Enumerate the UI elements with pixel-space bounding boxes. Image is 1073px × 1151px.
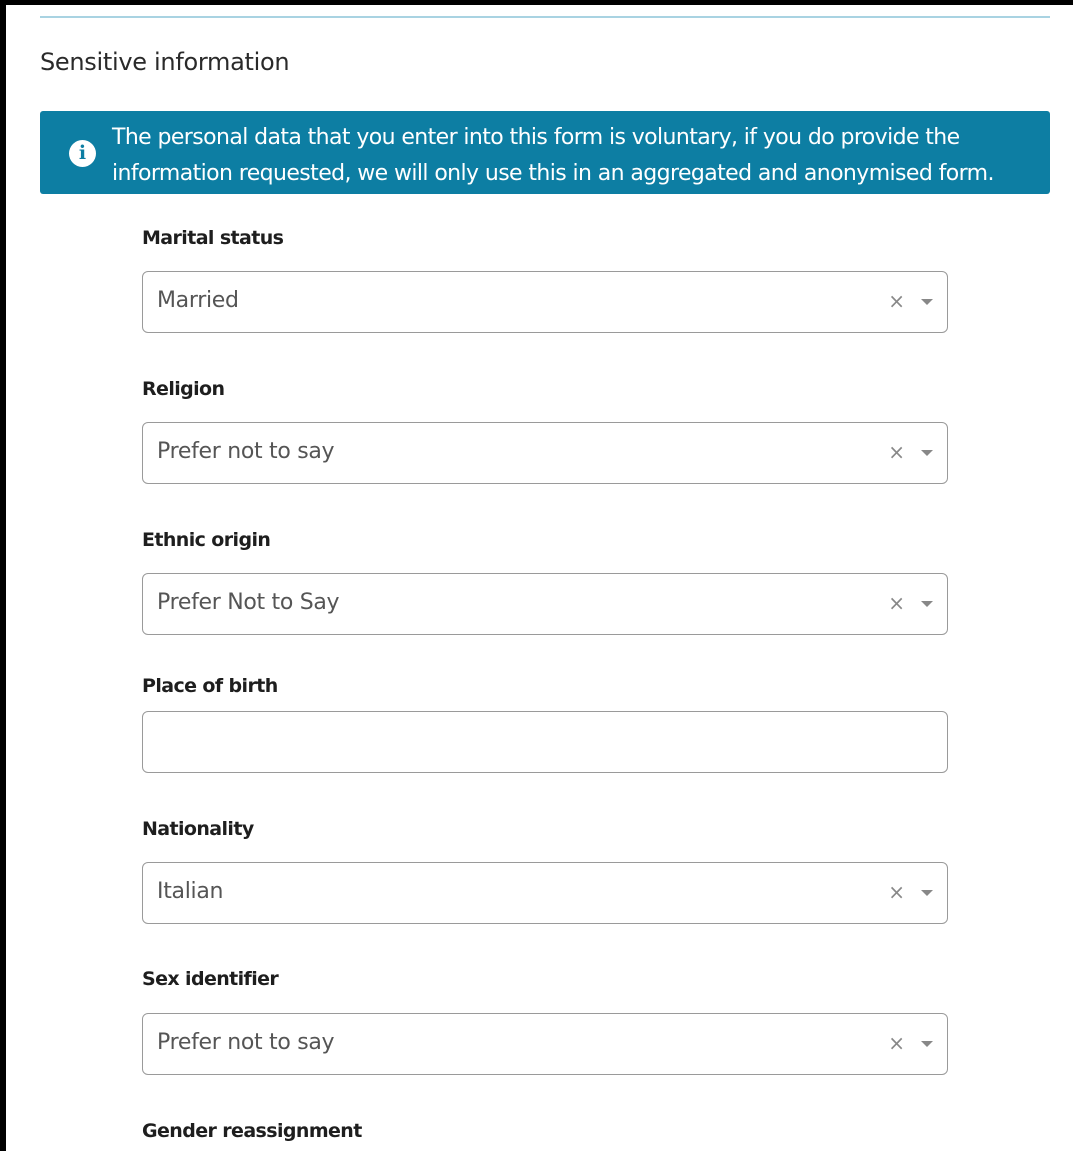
- sex-identifier-label: Sex identifier: [142, 968, 279, 990]
- place-of-birth-field[interactable]: [142, 711, 948, 773]
- nationality-select[interactable]: Italian ×: [142, 862, 948, 924]
- close-icon[interactable]: ×: [888, 1031, 905, 1055]
- marital-status-value: Married: [157, 288, 239, 313]
- religion-select[interactable]: Prefer not to say ×: [142, 422, 948, 484]
- close-icon[interactable]: ×: [888, 591, 905, 615]
- place-of-birth-input[interactable]: [143, 712, 947, 772]
- religion-value: Prefer not to say: [157, 439, 335, 464]
- ethnic-origin-label: Ethnic origin: [142, 529, 271, 551]
- section-divider: [40, 16, 1050, 18]
- section-title: Sensitive information: [40, 48, 290, 76]
- caret-down-icon[interactable]: [921, 890, 933, 896]
- religion-label: Religion: [142, 378, 225, 400]
- sex-identifier-value: Prefer not to say: [157, 1030, 335, 1055]
- close-icon[interactable]: ×: [888, 440, 905, 464]
- ethnic-origin-value: Prefer Not to Say: [157, 590, 340, 615]
- sex-identifier-select[interactable]: Prefer not to say ×: [142, 1013, 948, 1075]
- info-banner-text: The personal data that you enter into th…: [112, 120, 1032, 192]
- gender-reassignment-label: Gender reassignment: [142, 1120, 362, 1142]
- close-icon[interactable]: ×: [888, 289, 905, 313]
- nationality-label: Nationality: [142, 818, 254, 840]
- window-frame-top: [0, 0, 1073, 5]
- window-frame-left: [0, 0, 6, 1151]
- info-banner-line-2: information requested, we will only use …: [112, 161, 994, 186]
- info-banner: i The personal data that you enter into …: [40, 111, 1050, 194]
- caret-down-icon[interactable]: [921, 450, 933, 456]
- info-banner-line-1: The personal data that you enter into th…: [112, 125, 960, 150]
- caret-down-icon[interactable]: [921, 601, 933, 607]
- place-of-birth-label: Place of birth: [142, 675, 278, 697]
- close-icon[interactable]: ×: [888, 880, 905, 904]
- ethnic-origin-select[interactable]: Prefer Not to Say ×: [142, 573, 948, 635]
- caret-down-icon[interactable]: [921, 1041, 933, 1047]
- caret-down-icon[interactable]: [921, 299, 933, 305]
- nationality-value: Italian: [157, 879, 224, 904]
- marital-status-label: Marital status: [142, 227, 284, 249]
- info-icon: i: [69, 140, 96, 167]
- marital-status-select[interactable]: Married ×: [142, 271, 948, 333]
